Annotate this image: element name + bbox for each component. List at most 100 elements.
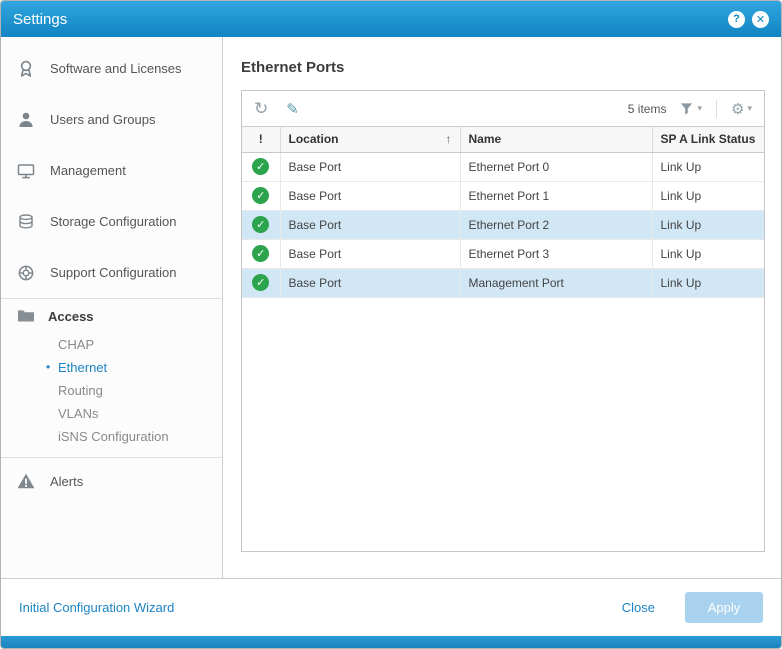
sidebar-item-alerts[interactable]: Alerts	[1, 458, 222, 504]
table-row[interactable]: ✓ Base Port Ethernet Port 1 Link Up	[242, 181, 764, 210]
sidebar-item-support-configuration[interactable]: Support Configuration	[1, 247, 222, 298]
items-count: 5 items	[628, 102, 667, 116]
sidebar-subitem-label: VLANs	[58, 406, 98, 421]
cell-link-status: Link Up	[652, 210, 764, 239]
filter-caret-icon: ▾	[697, 103, 702, 114]
table-row[interactable]: ✓ Base Port Ethernet Port 2 Link Up	[242, 210, 764, 239]
sidebar-section-label: Access	[48, 309, 94, 324]
bottom-accent-strip	[1, 636, 781, 648]
support-lifering-icon	[15, 263, 37, 283]
close-icon[interactable]: ✕	[752, 11, 769, 28]
ethernet-ports-table: ! Location ↑ Name SP A Link Status	[242, 127, 764, 298]
toolbar-separator	[716, 100, 717, 118]
window-title: Settings	[13, 11, 67, 28]
gear-glyph: ⚙	[731, 100, 744, 118]
sidebar-item-management[interactable]: Management	[1, 145, 222, 196]
column-header-sp-a-link-status[interactable]: SP A Link Status	[652, 127, 764, 152]
column-header-status[interactable]: !	[242, 127, 280, 152]
status-ok-icon: ✓	[252, 216, 269, 233]
content-area: Software and Licenses Users and Groups	[1, 37, 781, 578]
initial-configuration-wizard-link[interactable]: Initial Configuration Wizard	[19, 600, 174, 615]
sidebar-item-label: Alerts	[50, 474, 83, 489]
sidebar-item-label: Software and Licenses	[50, 61, 182, 76]
selected-bullet-icon: •	[46, 356, 50, 379]
sidebar-subitem-chap[interactable]: CHAP	[1, 333, 222, 356]
sidebar-subitem-routing[interactable]: Routing	[1, 379, 222, 402]
help-icon[interactable]: ?	[728, 11, 745, 28]
sidebar-spacer	[1, 448, 222, 457]
toolbar-right: 5 items ▾ ⚙ ▾	[628, 100, 752, 118]
cell-location: Base Port	[280, 210, 460, 239]
sidebar-item-label: Users and Groups	[50, 112, 156, 127]
column-label: !	[259, 132, 263, 146]
status-ok-icon: ✓	[252, 245, 269, 262]
column-header-location[interactable]: Location ↑	[280, 127, 460, 152]
folder-icon	[15, 306, 37, 326]
cell-location: Base Port	[280, 181, 460, 210]
table-toolbar: ↻ ✎ 5 items ▾ ⚙ ▾	[242, 91, 764, 127]
settings-window: Settings ? ✕ Software and Licenses	[0, 0, 782, 649]
gear-caret-icon: ▾	[747, 103, 752, 114]
monitor-icon	[15, 161, 37, 181]
table-row[interactable]: ✓ Base Port Management Port Link Up	[242, 268, 764, 297]
cell-status: ✓	[242, 152, 280, 181]
sidebar-item-access[interactable]: Access	[1, 299, 222, 333]
cell-status: ✓	[242, 268, 280, 297]
column-label: Location	[289, 132, 339, 146]
sidebar-item-software-and-licenses[interactable]: Software and Licenses	[1, 43, 222, 94]
cell-status: ✓	[242, 210, 280, 239]
ethernet-ports-panel: ↻ ✎ 5 items ▾ ⚙ ▾	[241, 90, 765, 552]
cell-name: Ethernet Port 1	[460, 181, 652, 210]
titlebar-icons: ? ✕	[728, 11, 769, 28]
sidebar-subitem-label: Routing	[58, 383, 103, 398]
sidebar: Software and Licenses Users and Groups	[1, 37, 223, 578]
titlebar: Settings ? ✕	[1, 1, 781, 37]
edit-pencil-icon[interactable]: ✎	[286, 100, 299, 118]
column-label: Name	[469, 132, 502, 146]
status-ok-icon: ✓	[252, 187, 269, 204]
table-row[interactable]: ✓ Base Port Ethernet Port 0 Link Up	[242, 152, 764, 181]
close-button[interactable]: Close	[622, 600, 655, 615]
warning-triangle-icon	[15, 471, 37, 491]
cell-location: Base Port	[280, 268, 460, 297]
cell-name: Management Port	[460, 268, 652, 297]
sidebar-item-users-and-groups[interactable]: Users and Groups	[1, 94, 222, 145]
sort-ascending-icon: ↑	[446, 132, 452, 146]
column-header-name[interactable]: Name	[460, 127, 652, 152]
cell-link-status: Link Up	[652, 268, 764, 297]
page-title: Ethernet Ports	[241, 59, 765, 76]
apply-button[interactable]: Apply	[685, 592, 763, 623]
sidebar-subitem-isns-configuration[interactable]: iSNS Configuration	[1, 425, 222, 448]
award-icon	[15, 59, 37, 79]
storage-disks-icon	[15, 212, 37, 232]
sidebar-subitem-vlans[interactable]: VLANs	[1, 402, 222, 425]
sidebar-subitem-ethernet[interactable]: • Ethernet	[1, 356, 222, 379]
sidebar-item-storage-configuration[interactable]: Storage Configuration	[1, 196, 222, 247]
sidebar-item-label: Management	[50, 163, 126, 178]
gear-icon[interactable]: ⚙ ▾	[731, 100, 752, 118]
cell-name: Ethernet Port 0	[460, 152, 652, 181]
cell-status: ✓	[242, 181, 280, 210]
cell-link-status: Link Up	[652, 239, 764, 268]
status-ok-icon: ✓	[252, 274, 269, 291]
cell-name: Ethernet Port 2	[460, 210, 652, 239]
cell-link-status: Link Up	[652, 181, 764, 210]
column-label: SP A Link Status	[661, 132, 756, 146]
sidebar-subitem-label: CHAP	[58, 337, 94, 352]
status-ok-icon: ✓	[252, 158, 269, 175]
cell-location: Base Port	[280, 239, 460, 268]
filter-icon[interactable]: ▾	[679, 101, 702, 116]
user-icon	[15, 110, 37, 130]
footer-right: Close Apply	[622, 592, 763, 623]
sidebar-subitem-label: Ethernet	[58, 360, 107, 375]
cell-location: Base Port	[280, 152, 460, 181]
sidebar-item-label: Storage Configuration	[50, 214, 176, 229]
sidebar-subitem-label: iSNS Configuration	[58, 429, 169, 444]
refresh-icon[interactable]: ↻	[254, 99, 268, 119]
footer: Initial Configuration Wizard Close Apply	[1, 578, 781, 636]
table-header-row: ! Location ↑ Name SP A Link Status	[242, 127, 764, 152]
sidebar-item-label: Support Configuration	[50, 265, 176, 280]
table-row[interactable]: ✓ Base Port Ethernet Port 3 Link Up	[242, 239, 764, 268]
cell-name: Ethernet Port 3	[460, 239, 652, 268]
main-panel: Ethernet Ports ↻ ✎ 5 items ▾	[223, 37, 781, 578]
